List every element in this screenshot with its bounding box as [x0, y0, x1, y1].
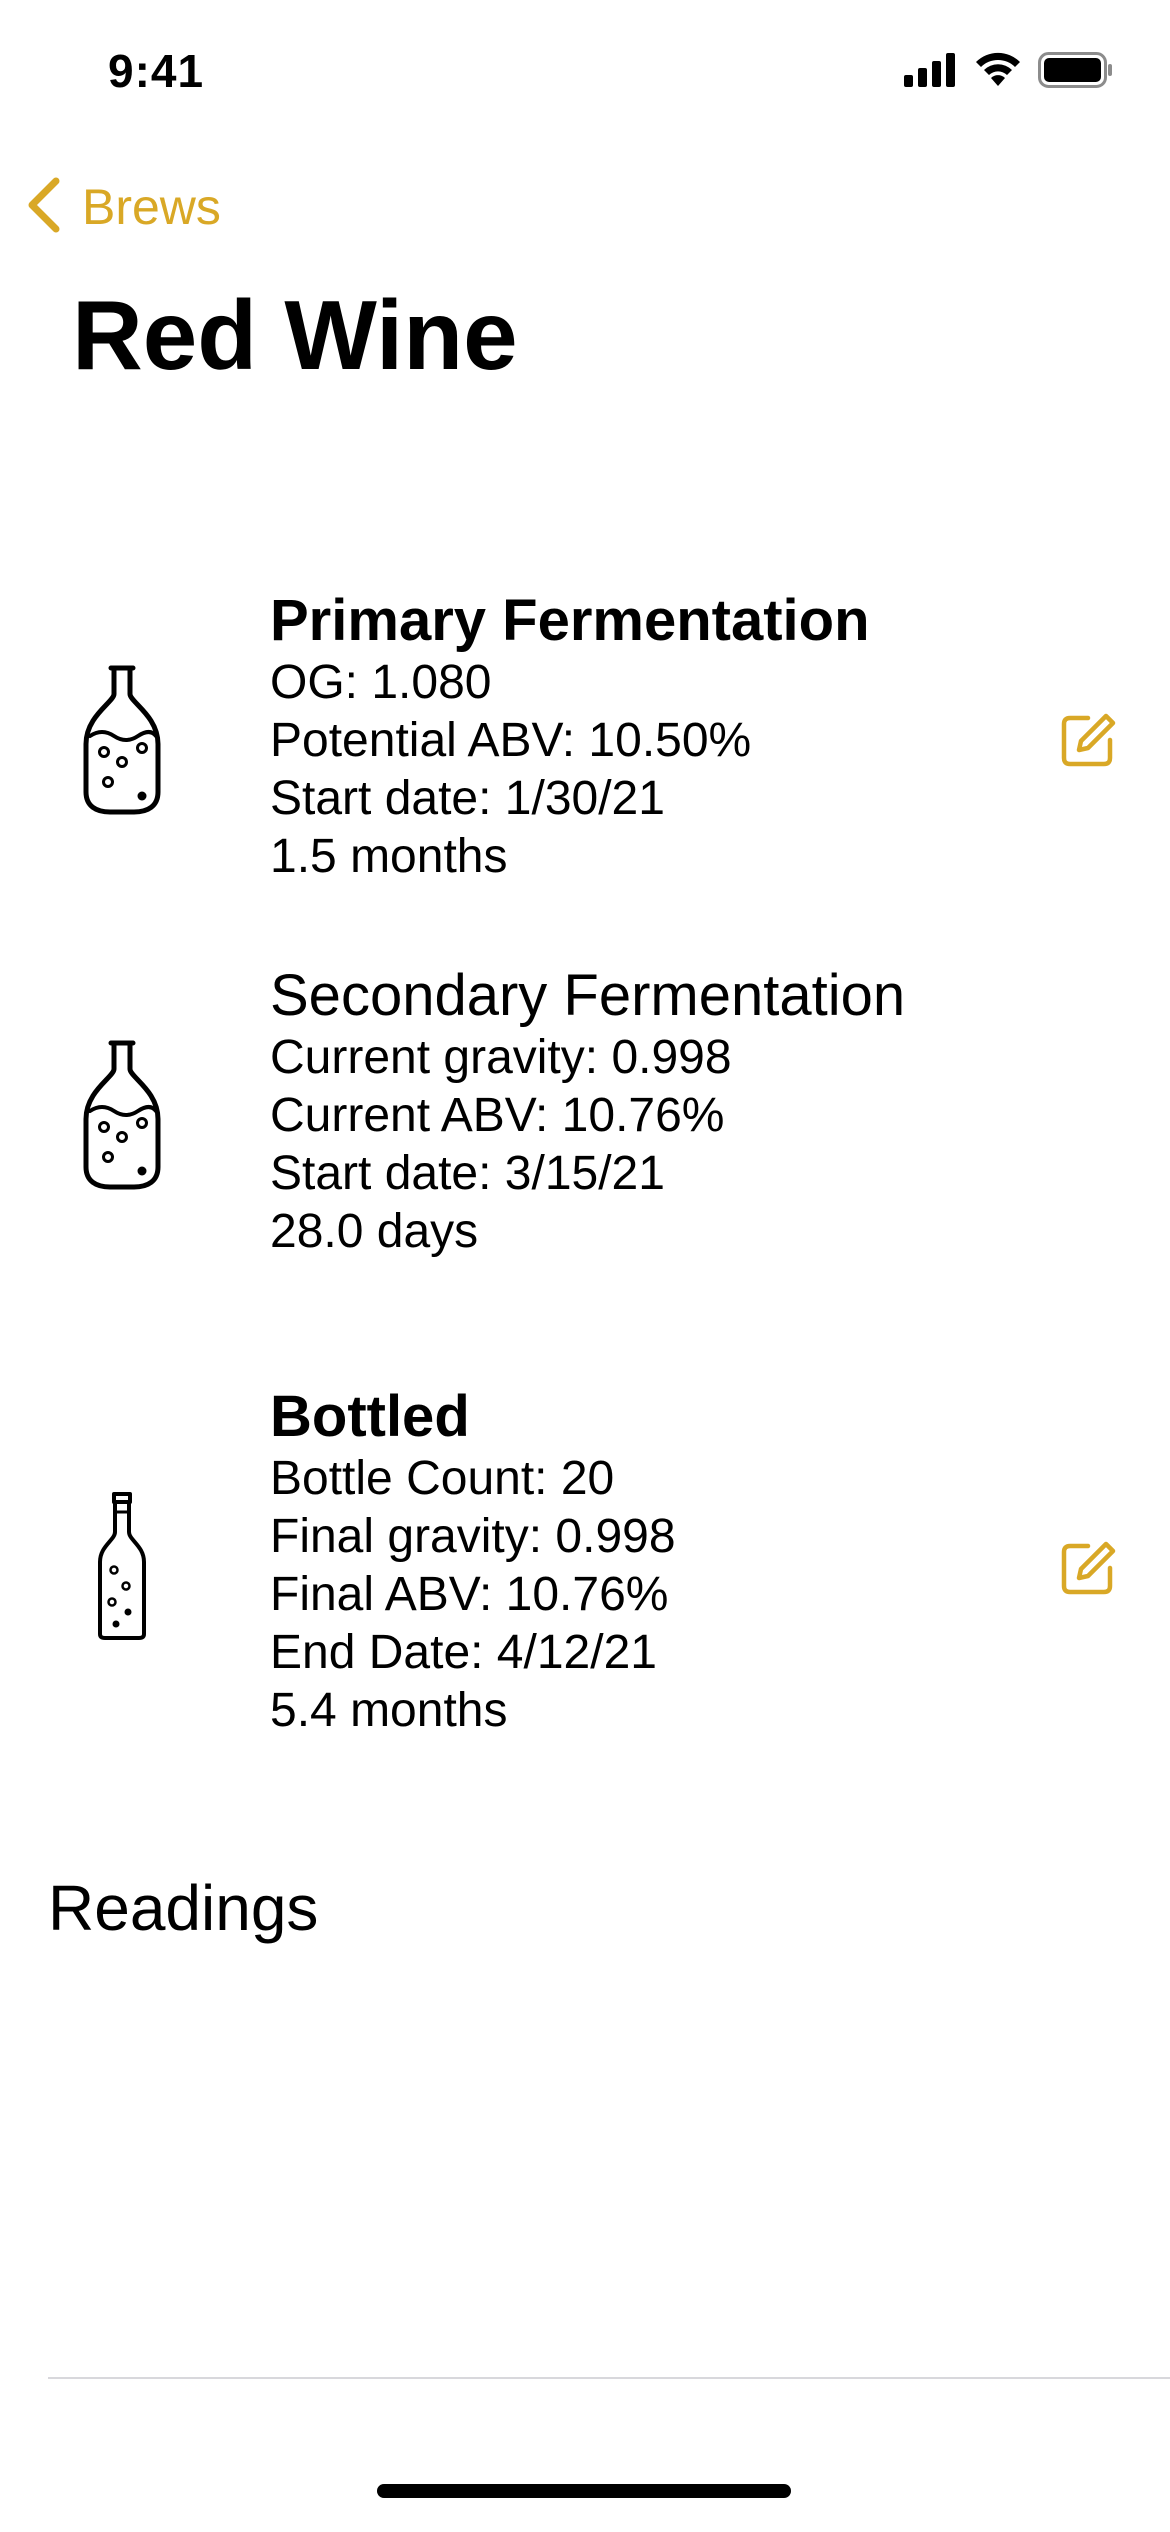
current-gravity: Current gravity: 0.998: [270, 1031, 732, 1084]
stage-title: Primary Fermentation: [270, 588, 870, 653]
chevron-left-icon: [24, 175, 64, 240]
status-time: 9:41: [108, 45, 205, 97]
bottle-count: Bottle Count: 20: [270, 1452, 615, 1505]
stage-secondary-fermentation[interactable]: Secondary Fermentation Current gravity: …: [0, 963, 1170, 1273]
original-gravity: OG: 1.080: [270, 656, 492, 709]
start-date: Start date: 3/15/21: [270, 1147, 665, 1200]
duration: 28.0 days: [270, 1205, 479, 1258]
final-gravity: Final gravity: 0.998: [270, 1510, 676, 1563]
duration: 1.5 months: [270, 830, 508, 883]
back-button[interactable]: Brews: [24, 172, 221, 242]
edit-button[interactable]: [1058, 1538, 1118, 1598]
divider: [48, 2377, 1170, 2379]
page-title: Red Wine: [72, 280, 518, 390]
stage-details: Primary Fermentation OG: 1.080 Potential…: [270, 588, 870, 886]
back-button-label: Brews: [82, 179, 221, 235]
stage-primary-fermentation[interactable]: Primary Fermentation OG: 1.080 Potential…: [0, 588, 1170, 898]
carboy-icon: [80, 664, 164, 821]
edit-button[interactable]: [1058, 710, 1118, 770]
final-abv: Final ABV: 10.76%: [270, 1568, 669, 1621]
bottle-icon: [96, 1490, 148, 1647]
readings-heading: Readings: [48, 1872, 319, 1944]
stage-title: Bottled: [270, 1384, 470, 1449]
end-date: End Date: 4/12/21: [270, 1626, 657, 1679]
stage-bottled[interactable]: Bottled Bottle Count: 20 Final gravity: …: [0, 1384, 1170, 1754]
edit-icon: [1058, 1541, 1118, 1602]
battery-icon: [1038, 52, 1114, 93]
stage-details: Bottled Bottle Count: 20 Final gravity: …: [270, 1384, 676, 1740]
stage-details: Secondary Fermentation Current gravity: …: [270, 963, 905, 1261]
carboy-icon: [80, 1039, 164, 1196]
wifi-icon: [974, 52, 1022, 93]
current-abv: Current ABV: 10.76%: [270, 1089, 725, 1142]
duration: 5.4 months: [270, 1684, 508, 1737]
cellular-signal-icon: [904, 53, 958, 92]
start-date: Start date: 1/30/21: [270, 772, 665, 825]
edit-icon: [1058, 713, 1118, 774]
status-icons: [904, 52, 1114, 93]
potential-abv: Potential ABV: 10.50%: [270, 714, 752, 767]
status-bar: 9:41: [0, 0, 1170, 140]
home-indicator[interactable]: [377, 2484, 791, 2498]
stage-title: Secondary Fermentation: [270, 963, 906, 1028]
